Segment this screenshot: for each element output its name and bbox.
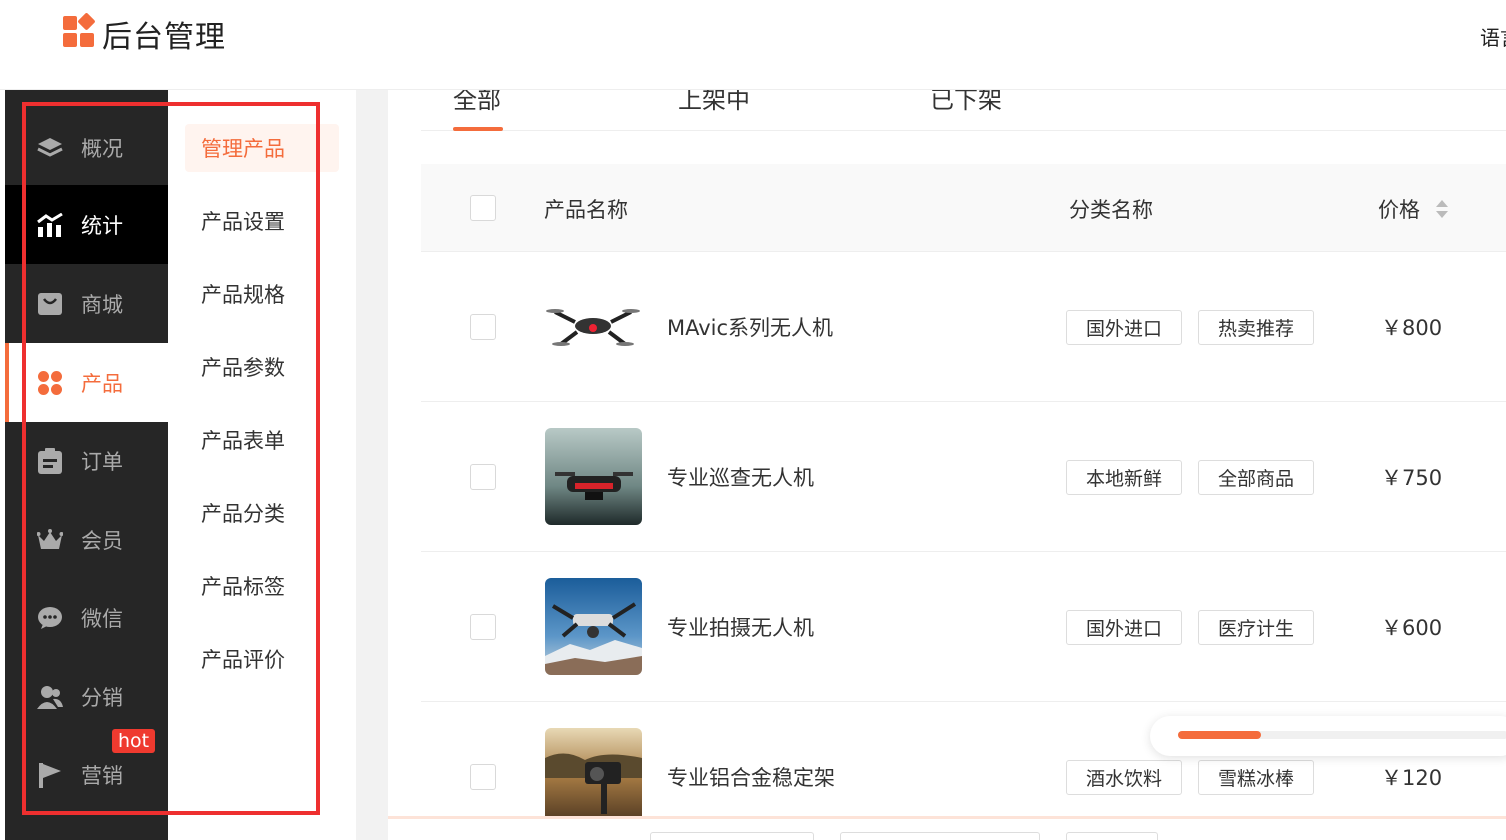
row-checkbox[interactable] [470,464,496,490]
floating-scrollbar[interactable] [1150,716,1506,756]
row-checkbox[interactable] [470,614,496,640]
row-checkbox[interactable] [470,314,496,340]
product-thumbnail [545,578,642,675]
product-name[interactable]: 专业巡查无人机 [667,462,814,492]
pager-button[interactable] [1066,832,1158,840]
table-row: 专业拍摄无人机 国外进口 医疗计生 ￥600 [421,552,1506,702]
category-tag: 热卖推荐 [1198,310,1314,345]
tabs-divider [421,130,1506,131]
category-tag: 雪糕冰棒 [1198,760,1314,795]
category-tag: 本地新鲜 [1066,460,1182,495]
header-product-name: 产品名称 [544,198,628,222]
table-row: 专业巡查无人机 本地新鲜 全部商品 ￥750 [421,402,1506,552]
tab-on-sale[interactable]: 上架中 [678,90,750,115]
product-name[interactable]: 专业铝合金稳定架 [667,762,835,792]
row-checkbox[interactable] [470,764,496,790]
category-tag: 医疗计生 [1198,610,1314,645]
brand-title: 后台管理 [102,20,226,55]
product-price: ￥800 [1381,316,1443,340]
category-tag: 全部商品 [1198,460,1314,495]
product-price: ￥120 [1381,766,1443,790]
active-tab-indicator [453,127,503,131]
header-category: 分类名称 [1069,198,1153,222]
sort-icon[interactable] [1435,200,1449,220]
product-name[interactable]: 专业拍摄无人机 [667,612,814,642]
table-header: 产品名称 分类名称 价格 [421,164,1506,252]
pager-button[interactable] [650,832,814,840]
language-switch[interactable]: 语言 [1480,22,1506,51]
product-thumbnail [545,278,642,375]
product-thumbnail [545,728,642,825]
logo-icon [63,12,96,48]
product-thumbnail [545,428,642,525]
product-name[interactable]: MAvic系列无人机 [667,312,833,342]
main-content: 全部 上架中 已下架 产品名称 分类名称 价格 MAvic系列无人机 国外进口 … [388,90,1506,840]
content-gutter [356,90,388,840]
product-price: ￥750 [1381,466,1443,490]
tab-all[interactable]: 全部 [453,90,501,115]
table-row: MAvic系列无人机 国外进口 热卖推荐 ￥800 [421,252,1506,402]
scroll-thumb[interactable] [1178,731,1261,739]
category-tag: 酒水饮料 [1066,760,1182,795]
product-price: ￥600 [1381,616,1443,640]
category-tag: 国外进口 [1066,610,1182,645]
tab-off-sale[interactable]: 已下架 [930,90,1002,115]
category-tag: 国外进口 [1066,310,1182,345]
header-price[interactable]: 价格 [1378,194,1420,224]
highlight-frame [22,102,320,815]
select-all-checkbox[interactable] [470,195,496,221]
top-header: 后台管理 语言 [0,0,1506,90]
pager-button[interactable] [840,832,1040,840]
